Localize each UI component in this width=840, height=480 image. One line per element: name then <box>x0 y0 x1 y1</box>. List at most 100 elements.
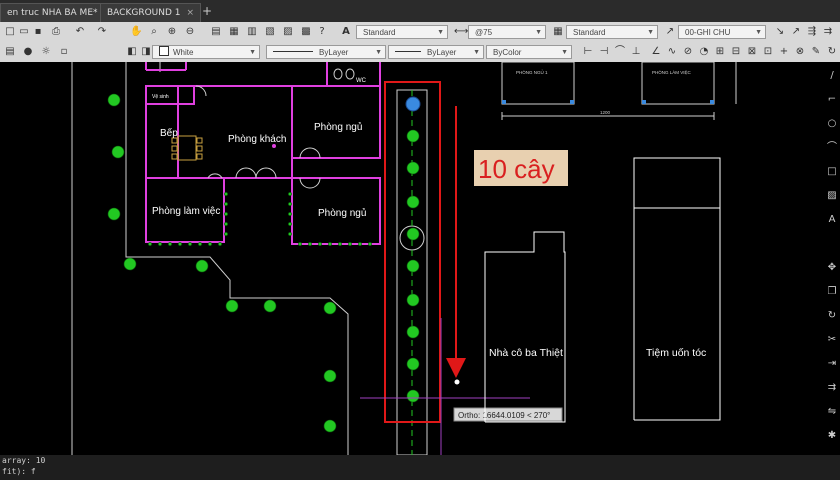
dim-style-select[interactable]: @75 ▼ <box>468 25 546 39</box>
site-outline <box>125 62 349 455</box>
continue-dim-icon[interactable]: ⊠ <box>746 46 758 58</box>
polyline-icon[interactable]: ⌐ <box>826 94 838 106</box>
radius-dim-icon[interactable]: ◔ <box>698 46 710 58</box>
linetype-select[interactable]: ByLayer ▼ <box>266 45 386 59</box>
grip <box>642 100 646 104</box>
cursor-point <box>454 379 460 385</box>
offset-icon[interactable]: ⇉ <box>826 382 838 394</box>
right-toolbar: / ⌐ ○ ⌒ □ ▨ A ✥ ❐ ↻ ✂ ⇥ ⇉ ⇋ ✱ <box>824 62 840 455</box>
new-tab-button[interactable]: + <box>200 3 214 19</box>
print-icon[interactable]: ⎙ <box>50 26 62 38</box>
mirror-icon[interactable]: ⇋ <box>826 406 838 418</box>
text-style-icon: A <box>342 26 350 37</box>
layer-manager-icon[interactable]: ▤ <box>4 46 16 58</box>
extend-icon[interactable]: ⇥ <box>826 358 838 370</box>
move-icon[interactable]: ✥ <box>826 262 838 274</box>
text-style-value: Standard <box>363 28 396 37</box>
top-building-label-left: PHÒNG NGỦ 1 <box>516 69 548 75</box>
make-current-layer-icon[interactable]: ◧ <box>126 46 138 58</box>
door-swings <box>195 85 425 251</box>
zoom-window-icon[interactable]: ⊕ <box>166 26 178 38</box>
open-file-icon[interactable]: ▭ <box>18 26 30 38</box>
multileader-style-icon: ↗ <box>665 26 675 37</box>
rectangle-icon[interactable]: □ <box>826 166 838 178</box>
linear-dim-icon[interactable]: ⊢ <box>582 46 594 58</box>
top-dim-label: 1200 <box>600 110 611 115</box>
drawing-svg[interactable]: Bếp Phòng khách Phòng ngủ Phòng làm việc… <box>0 62 840 455</box>
linetype-sample <box>273 51 313 52</box>
plotstyle-select[interactable]: ByColor ▼ <box>486 45 572 59</box>
layer-lock-icon[interactable]: ▫ <box>58 46 70 58</box>
multileader-style-value: 00-GHI CHU <box>685 28 731 37</box>
chevron-down-icon: ▼ <box>473 49 480 56</box>
center-mark-icon[interactable]: + <box>778 46 790 58</box>
calculator-icon[interactable]: ▩ <box>300 26 312 38</box>
zoom-realtime-icon[interactable]: ⌕ <box>148 26 160 38</box>
command-prompt-line: fit): f <box>2 467 36 476</box>
help-icon[interactable]: ? <box>316 26 328 38</box>
jogged-dim-icon[interactable]: ∿ <box>666 46 678 58</box>
drawing-canvas[interactable]: Bếp Phòng khách Phòng ngủ Phòng làm việc… <box>0 62 840 455</box>
dim-update-icon[interactable]: ↻ <box>826 46 838 58</box>
line-icon[interactable]: / <box>826 70 838 82</box>
tab-background[interactable]: BACKGROUND 1 × <box>100 3 202 22</box>
tab-label: BACKGROUND 1 <box>107 8 181 18</box>
command-history-line: array: 10 <box>2 456 46 465</box>
redo-icon[interactable]: ↷ <box>96 26 108 38</box>
lineweight-select[interactable]: ByLayer ▼ <box>388 45 484 59</box>
room-labels: Bếp Phòng khách Phòng ngủ Phòng làm việc… <box>152 78 367 219</box>
explode-icon[interactable]: ✱ <box>826 430 838 442</box>
baseline-dim-icon[interactable]: ⊟ <box>730 46 742 58</box>
save-icon[interactable]: ▪ <box>32 26 44 38</box>
text-icon[interactable]: A <box>826 214 838 226</box>
quick-dim-icon[interactable]: ⊞ <box>714 46 726 58</box>
pan-icon[interactable]: ✋ <box>130 26 142 38</box>
multileader-style-select[interactable]: 00-GHI CHU ▼ <box>678 25 766 39</box>
circle-icon[interactable]: ○ <box>826 118 838 130</box>
room-label-kitchen: Bếp <box>160 127 178 139</box>
markup-icon[interactable]: ▨ <box>282 26 294 38</box>
inspect-icon[interactable]: ⊗ <box>794 46 806 58</box>
multileader-icon[interactable]: ↘ <box>774 26 786 38</box>
tolerance-icon[interactable]: ⊡ <box>762 46 774 58</box>
tab-close-icon[interactable]: × <box>187 8 195 18</box>
chevron-down-icon: ▼ <box>755 29 762 36</box>
room-label-small: Vệ sinh <box>152 94 169 100</box>
chevron-down-icon: ▼ <box>437 29 444 36</box>
layer-on-icon[interactable]: ● <box>22 46 34 58</box>
add-leader-icon[interactable]: ↗ <box>790 26 802 38</box>
dim-style-value: @75 <box>475 28 493 37</box>
command-line[interactable]: array: 10 fit): f <box>0 455 840 480</box>
diameter-dim-icon[interactable]: ⊘ <box>682 46 694 58</box>
copy-icon[interactable]: ❐ <box>826 286 838 298</box>
top-building-label-right: PHÒNG LÀM VIỆC <box>652 68 692 75</box>
arc-length-icon[interactable]: ⌒ <box>614 46 626 58</box>
rotate-icon[interactable]: ↻ <box>826 310 838 322</box>
dining-table <box>171 135 203 161</box>
plotstyle-value: ByColor <box>493 48 522 57</box>
arc-icon[interactable]: ⌒ <box>826 142 838 154</box>
aligned-dim-icon[interactable]: ⊣ <box>598 46 610 58</box>
angular-dim-icon[interactable]: ∠ <box>650 46 662 58</box>
table-style-select[interactable]: Standard ▼ <box>566 25 658 39</box>
dim-edit-icon[interactable]: ✎ <box>810 46 822 58</box>
trim-icon[interactable]: ✂ <box>826 334 838 346</box>
collect-leader-icon[interactable]: ⇉ <box>822 26 834 38</box>
layer-previous-icon[interactable]: ◨ <box>140 46 152 58</box>
hatch-icon[interactable]: ▨ <box>826 190 838 202</box>
lineweight-value: ByLayer <box>427 48 457 57</box>
sheet-set-icon[interactable]: ▧ <box>264 26 276 38</box>
text-style-select[interactable]: Standard ▼ <box>356 25 448 39</box>
undo-icon[interactable]: ↶ <box>74 26 86 38</box>
tool-palette-icon[interactable]: ▥ <box>246 26 258 38</box>
ordinate-dim-icon[interactable]: ⊥ <box>630 46 642 58</box>
properties-icon[interactable]: ▤ <box>210 26 222 38</box>
zoom-previous-icon[interactable]: ⊖ <box>184 26 196 38</box>
new-file-icon[interactable]: □ <box>4 26 16 38</box>
selected-tree[interactable] <box>405 96 421 112</box>
design-center-icon[interactable]: ▦ <box>228 26 240 38</box>
layer-freeze-icon[interactable]: ☼ <box>40 46 52 58</box>
chevron-down-icon: ▼ <box>535 29 542 36</box>
align-leader-icon[interactable]: ⇶ <box>806 26 818 38</box>
color-select[interactable]: White ▼ <box>152 45 260 59</box>
